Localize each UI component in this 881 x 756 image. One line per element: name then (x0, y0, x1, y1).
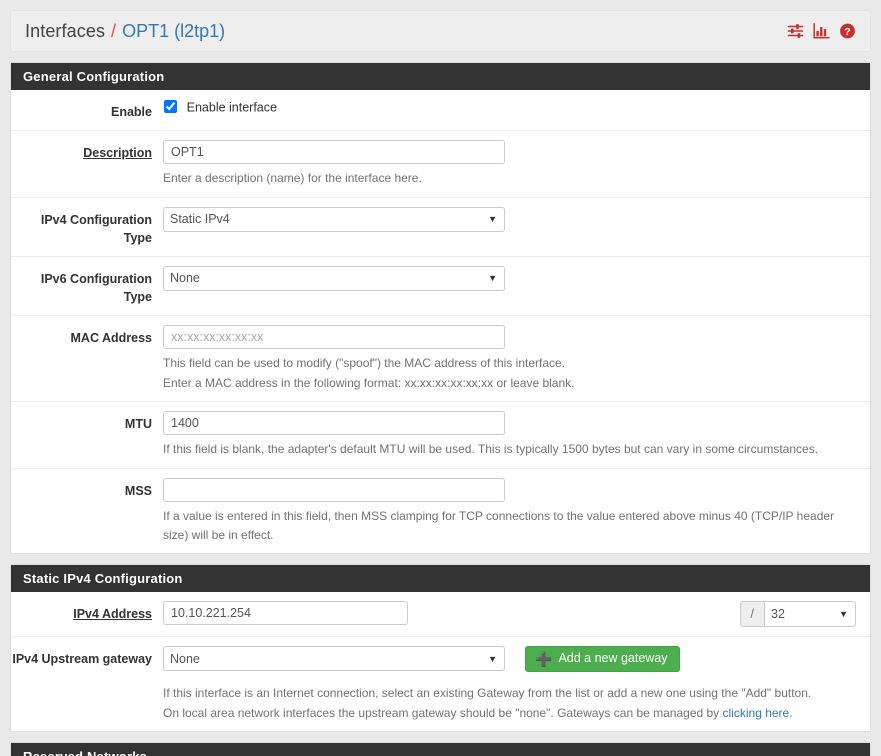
label-ipv6-config-type: IPv6 Configuration Type (40, 271, 152, 305)
label-description: Description (11, 140, 163, 188)
row-ipv6-config-type: IPv6 Configuration Type None ▼ (11, 257, 870, 317)
static-ipv4-configuration-title: Static IPv4 Configuration (11, 565, 870, 593)
static-ipv4-configuration-panel: Static IPv4 Configuration IPv4 Address /… (10, 564, 871, 733)
sliders-icon[interactable] (787, 23, 804, 40)
row-mss: MSS If a value is entered in this field,… (11, 469, 870, 553)
ipv4-subnet-mask-select[interactable]: 32 (764, 601, 856, 628)
breadcrumb-root: Interfaces (25, 20, 106, 41)
general-configuration-title: General Configuration (11, 63, 870, 90)
control-ipv4-config-type: Static IPv4 ▼ (163, 206, 870, 247)
mac-address-help-line1: This field can be used to modify ("spoof… (163, 356, 566, 371)
add-new-gateway-label: Add a new gateway (558, 651, 668, 666)
control-enable: Enable interface (163, 99, 870, 121)
general-configuration-body: Enable Enable interface Description Ente… (11, 90, 870, 553)
mss-help: If a value is entered in this field, the… (163, 509, 835, 542)
enable-interface-checkbox[interactable] (164, 100, 177, 114)
ipv4-config-type-wrap: Static IPv4 ▼ (163, 206, 505, 232)
control-ipv4-address: / 32 ▼ (163, 601, 870, 628)
label-ipv4-address-text: IPv4 Address (73, 607, 152, 622)
gateway-select-wrap: None ▼ (163, 646, 505, 672)
ipv4-mask-group: / 32 ▼ (739, 601, 856, 628)
general-configuration-panel: General Configuration Enable Enable inte… (10, 62, 871, 555)
add-new-gateway-button[interactable]: ➕ Add a new gateway (525, 646, 680, 673)
ipv4-config-type-select[interactable]: Static IPv4 (163, 206, 505, 232)
label-mss: MSS (124, 484, 152, 498)
slash-addon: / (739, 601, 764, 628)
gateway-help-line2: On local area network interfaces the ups… (163, 704, 856, 723)
row-description: Description Enter a description (name) f… (11, 131, 870, 198)
control-ipv6-config-type: None ▼ (163, 265, 870, 306)
label-ipv4-address: IPv4 Address (11, 601, 163, 627)
reserved-networks-title: Reserved Networks (11, 743, 870, 756)
description-help: Enter a description (name) for the inter… (163, 171, 422, 186)
header-icon-group: ? (787, 23, 856, 40)
gateways-manage-link[interactable]: clicking here (723, 706, 790, 720)
ipv4-address-line: / 32 ▼ (163, 601, 856, 628)
label-enable: Enable (111, 105, 152, 119)
mtu-input[interactable] (163, 411, 505, 436)
description-input[interactable] (163, 140, 505, 165)
row-ipv4-config-type: IPv4 Configuration Type Static IPv4 ▼ (11, 198, 870, 257)
row-enable: Enable Enable interface (11, 90, 870, 132)
label-mac-address: MAC Address (70, 331, 153, 346)
label-mtu: MTU (124, 417, 152, 432)
breadcrumb-separator: / (111, 20, 117, 41)
plus-icon: ➕ (535, 650, 553, 667)
ipv6-config-type-wrap: None ▼ (163, 265, 505, 291)
label-ipv4-config-type: IPv4 Configuration Type (40, 212, 152, 245)
mac-address-input[interactable] (163, 325, 505, 350)
mac-address-help-line2: Enter a MAC address in the following for… (163, 375, 575, 390)
reserved-networks-panel: Reserved Networks Block private networks… (10, 742, 871, 756)
ipv4-mask-wrap: 32 ▼ (764, 601, 856, 628)
svg-text:?: ? (844, 26, 850, 38)
breadcrumb-current[interactable]: OPT1 (l2tp1) (122, 21, 225, 42)
ipv4-address-input[interactable] (163, 601, 408, 626)
mss-input[interactable] (163, 478, 505, 502)
breadcrumb: Interfaces / OPT1 (l2tp1) ? (10, 10, 871, 52)
label-description-text: Description (83, 146, 152, 161)
bar-chart-icon[interactable] (813, 23, 830, 40)
enable-interface-label: Enable interface (186, 100, 277, 115)
ipv4-upstream-gateway-select[interactable]: None (163, 646, 505, 672)
row-ipv4-upstream-gateway: IPv4 Upstream gateway None ▼ ➕ Add a new… (11, 637, 870, 731)
row-mtu: MTU If this field is blank, the adapter'… (11, 402, 870, 469)
label-ipv4-upstream-gateway: IPv4 Upstream gateway (12, 652, 152, 667)
row-ipv4-address: IPv4 Address / 32 ▼ (11, 592, 870, 638)
gateway-help-line1: If this interface is an Internet connect… (163, 686, 812, 701)
help-circle-icon[interactable]: ? (839, 23, 856, 40)
mtu-help: If this field is blank, the adapter's de… (163, 442, 819, 457)
gateway-line: None ▼ ➕ Add a new gateway (163, 646, 856, 673)
control-mtu: If this field is blank, the adapter's de… (163, 411, 870, 459)
gateway-help-line2-suffix: . (789, 705, 793, 720)
control-mac-address: This field can be used to modify ("spoof… (163, 325, 870, 392)
row-mac-address: MAC Address This field can be used to mo… (11, 316, 870, 403)
control-mss: If a value is entered in this field, the… (163, 478, 870, 544)
control-description: Enter a description (name) for the inter… (163, 140, 870, 188)
gateway-help-line2-prefix: On local area network interfaces the ups… (163, 705, 723, 720)
control-ipv4-upstream-gateway: None ▼ ➕ Add a new gateway If this inter… (163, 646, 870, 722)
ipv6-config-type-select[interactable]: None (163, 265, 505, 291)
static-ipv4-configuration-body: IPv4 Address / 32 ▼ (11, 592, 870, 731)
